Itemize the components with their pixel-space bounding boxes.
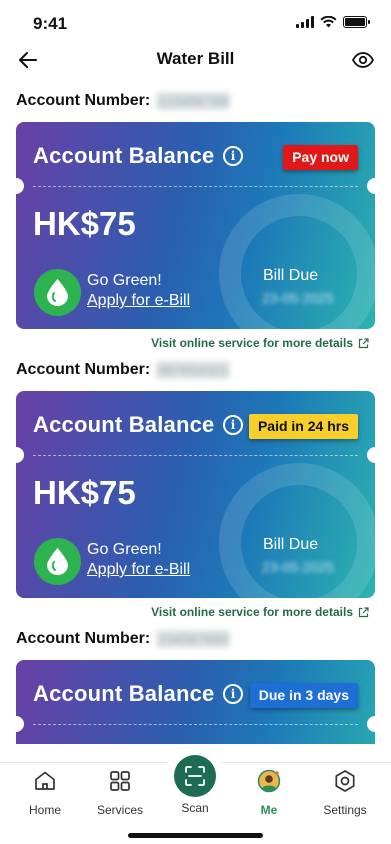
nav-item-scan[interactable]: Scan: [160, 791, 230, 815]
eye-icon[interactable]: [351, 48, 375, 72]
info-icon[interactable]: i: [223, 415, 243, 435]
bottom-navigation: Home Services Scan Me Settings: [0, 745, 391, 844]
grid-icon: [110, 771, 130, 791]
card-divider: [33, 724, 358, 725]
go-green-text: Go Green!: [87, 541, 162, 558]
page-title: Water Bill: [156, 49, 235, 68]
home-indicator: [128, 833, 263, 838]
external-link-icon: [358, 337, 369, 348]
account-number-value: 234567890: [156, 630, 231, 648]
bill-due-label: Bill Due: [263, 536, 319, 553]
account-balance-card[interactable]: Account Balance i Pay now HK$75 Go Green…: [16, 122, 375, 329]
external-link-icon: [358, 606, 369, 617]
card-divider: [33, 186, 358, 187]
apply-ebill-link[interactable]: Apply for e-Bill: [87, 561, 190, 579]
status-icons: [296, 16, 370, 28]
bill-due-date: 23-05-2025: [262, 290, 334, 306]
account-number-label: Account Number: 234567890: [16, 630, 231, 648]
bill-due-label: Bill Due: [263, 267, 319, 284]
status-badge[interactable]: Paid in 24 hrs: [248, 414, 358, 439]
water-drop-icon: [34, 538, 81, 585]
account-number-label: Account Number: 987654321: [16, 361, 231, 379]
nav-item-services[interactable]: Services: [85, 769, 155, 817]
visit-online-service-link[interactable]: Visit online service for more details: [151, 336, 369, 350]
account-number-label: Account Number: 123456789: [16, 92, 231, 110]
account-number-value: 123456789: [156, 92, 231, 110]
nav-label: Home: [28, 803, 61, 817]
cellular-signal-icon: [296, 16, 314, 28]
nav-label: Settings: [323, 803, 367, 817]
battery-icon: [343, 16, 370, 28]
card-title: Account Balance: [33, 681, 215, 706]
home-icon: [35, 771, 55, 790]
info-icon[interactable]: i: [223, 684, 243, 704]
bill-list[interactable]: Account Number: 123456789 Account Balanc…: [0, 84, 391, 744]
status-badge[interactable]: Pay now: [283, 145, 358, 170]
avatar-icon: [257, 769, 281, 793]
water-drop-icon: [34, 269, 81, 316]
nav-item-me[interactable]: Me: [234, 769, 304, 817]
nav-label: Services: [96, 803, 143, 817]
balance-amount: HK$75: [33, 474, 136, 511]
nav-item-home[interactable]: Home: [10, 769, 80, 817]
account-number-value: 987654321: [156, 361, 231, 379]
card-title: Account Balance: [33, 412, 215, 437]
status-badge[interactable]: Due in 3 days: [249, 683, 358, 708]
top-app-bar: Water Bill: [0, 40, 391, 80]
settings-icon: [335, 770, 355, 792]
info-icon[interactable]: i: [223, 146, 243, 166]
scan-icon: [185, 766, 205, 786]
nav-label: Me: [260, 803, 278, 817]
account-balance-card[interactable]: Account Balance i Paid in 24 hrs HK$75 G…: [16, 391, 375, 598]
bill-due-date: 23-05-2025: [262, 559, 334, 575]
go-green-text: Go Green!: [87, 272, 162, 289]
decorative-ring: [219, 194, 375, 329]
status-bar: 9:41: [0, 0, 391, 44]
account-balance-card[interactable]: Account Balance i Due in 3 days: [16, 660, 375, 744]
nav-item-settings[interactable]: Settings: [310, 769, 380, 817]
card-divider: [33, 455, 358, 456]
card-title: Account Balance: [33, 143, 215, 168]
visit-online-service-link[interactable]: Visit online service for more details: [151, 605, 369, 619]
status-time: 9:41: [33, 14, 68, 33]
apply-ebill-link[interactable]: Apply for e-Bill: [87, 292, 190, 310]
nav-label: Scan: [181, 801, 209, 815]
decorative-ring: [219, 463, 375, 598]
balance-amount: HK$75: [33, 205, 136, 242]
wifi-icon: [320, 16, 337, 28]
